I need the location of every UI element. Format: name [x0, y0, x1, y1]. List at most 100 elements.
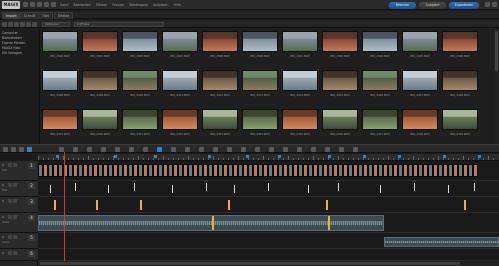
media-thumbnail[interactable] — [202, 70, 238, 91]
track-header[interactable]: S3 — [0, 197, 38, 213]
media-thumbnail[interactable] — [362, 70, 398, 91]
zoom-out-icon[interactable] — [199, 147, 204, 152]
media-thumbnail[interactable] — [122, 70, 158, 91]
clip-boundary[interactable] — [474, 183, 475, 191]
track-header[interactable]: S 1 Film — [0, 161, 38, 181]
audio-marker[interactable] — [464, 200, 466, 210]
scene-marker[interactable] — [246, 155, 249, 158]
media-thumbnail[interactable] — [402, 70, 438, 91]
settings-icon[interactable] — [325, 147, 330, 152]
forward-icon[interactable] — [8, 21, 13, 27]
media-thumbnail[interactable] — [322, 31, 358, 52]
group-icon[interactable] — [227, 147, 232, 152]
scene-marker[interactable] — [56, 155, 59, 158]
export-icon[interactable] — [311, 147, 316, 152]
export-button[interactable]: Ausgabe — [419, 1, 446, 9]
media-thumbnail[interactable] — [322, 109, 358, 130]
sidebar-item-libraries[interactable]: Bibliotheken — [2, 36, 22, 40]
media-thumbnail[interactable] — [122, 109, 158, 130]
scene-marker[interactable] — [154, 155, 157, 158]
lock-icon[interactable] — [13, 215, 17, 219]
save-icon[interactable] — [23, 2, 28, 7]
solo-button[interactable]: S — [2, 163, 4, 167]
redo-icon[interactable] — [37, 2, 42, 7]
scene-marker[interactable] — [398, 155, 401, 158]
audio-icon[interactable] — [269, 147, 274, 152]
media-thumbnail[interactable] — [242, 31, 278, 52]
media-thumbnail[interactable] — [282, 109, 318, 130]
track-lane[interactable] — [38, 197, 499, 213]
media-thumbnail[interactable] — [242, 70, 278, 91]
marker-icon[interactable] — [143, 147, 148, 152]
media-thumbnail[interactable] — [202, 109, 238, 130]
media-thumbnail[interactable] — [442, 70, 478, 91]
clip-boundary[interactable] — [75, 183, 76, 191]
split-icon[interactable] — [73, 147, 78, 152]
media-thumbnail[interactable] — [162, 109, 198, 130]
settings-icon[interactable] — [51, 2, 56, 7]
audio-clip[interactable] — [38, 215, 384, 231]
audio-marker[interactable] — [212, 216, 214, 230]
zoom-in-icon[interactable] — [185, 147, 190, 152]
scene-marker[interactable] — [208, 155, 211, 158]
close-icon[interactable] — [492, 2, 497, 7]
solo-button[interactable]: S — [2, 183, 4, 187]
grid-icon[interactable] — [339, 147, 344, 152]
media-thumbnail[interactable] — [82, 31, 118, 52]
menu-help[interactable]: Hilfe — [174, 2, 181, 8]
mute-icon[interactable] — [8, 235, 12, 239]
burn-button[interactable]: Brennen — [389, 1, 416, 9]
audio-marker[interactable] — [54, 200, 56, 210]
media-thumbnail[interactable] — [442, 109, 478, 130]
record-icon[interactable] — [19, 147, 24, 152]
track-header[interactable]: S 2 Film — [0, 181, 38, 197]
storyboard-icon[interactable] — [353, 147, 358, 152]
scene-marker[interactable] — [478, 155, 481, 158]
media-thumbnail[interactable] — [442, 31, 478, 52]
clip-boundary[interactable] — [414, 183, 415, 191]
clip-boundary[interactable] — [172, 185, 173, 193]
track-lane[interactable] — [38, 249, 499, 261]
clip-boundary[interactable] — [50, 185, 51, 193]
media-thumbnail[interactable] — [42, 109, 78, 130]
sidebar-item-computer[interactable]: Computer — [2, 31, 18, 35]
browser-scrollbar[interactable] — [494, 29, 499, 144]
media-thumbnail[interactable] — [242, 109, 278, 130]
minimize-icon[interactable] — [485, 2, 490, 7]
media-thumbnail[interactable] — [202, 31, 238, 52]
media-thumbnail[interactable] — [42, 70, 78, 91]
track-header[interactable]: S6 — [0, 249, 38, 261]
lock-icon[interactable] — [13, 163, 17, 167]
menu-window[interactable]: Fenster — [112, 2, 124, 8]
playhead[interactable] — [64, 152, 65, 266]
clip-boundary[interactable] — [234, 185, 235, 193]
menu-edit[interactable]: Bearbeiten — [74, 2, 92, 8]
media-thumbnail[interactable] — [402, 109, 438, 130]
path-field[interactable]: C:\Fotos — [74, 21, 164, 27]
menu-file[interactable]: Datei — [60, 2, 69, 8]
razor-icon[interactable] — [171, 147, 176, 152]
media-thumbnail[interactable] — [362, 31, 398, 52]
scene-marker[interactable] — [114, 155, 117, 158]
audio-clip[interactable] — [384, 237, 499, 247]
scene-marker[interactable] — [363, 155, 366, 158]
scene-marker[interactable] — [443, 155, 446, 158]
media-thumbnail[interactable] — [282, 31, 318, 52]
lock-icon[interactable] — [13, 199, 17, 203]
fx-icon[interactable] — [241, 147, 246, 152]
sidebar-item-templates[interactable]: Mit Vorlagen — [2, 51, 22, 55]
timeline-ruler[interactable] — [38, 154, 499, 161]
snap-icon[interactable] — [157, 147, 162, 152]
tab-edit[interactable]: Schnitt — [20, 12, 40, 19]
title-icon[interactable] — [129, 147, 134, 152]
track-header[interactable]: S 4 Audio — [0, 213, 38, 233]
home-icon[interactable] — [20, 21, 25, 27]
media-thumbnail[interactable] — [322, 70, 358, 91]
solo-button[interactable]: S — [2, 251, 4, 255]
scrollbar-knob[interactable] — [40, 262, 460, 265]
video-clip[interactable] — [473, 164, 478, 177]
solo-button[interactable]: S — [2, 235, 4, 239]
up-icon[interactable] — [14, 21, 19, 27]
media-thumbnail[interactable] — [122, 31, 158, 52]
audio-marker[interactable] — [328, 216, 330, 230]
